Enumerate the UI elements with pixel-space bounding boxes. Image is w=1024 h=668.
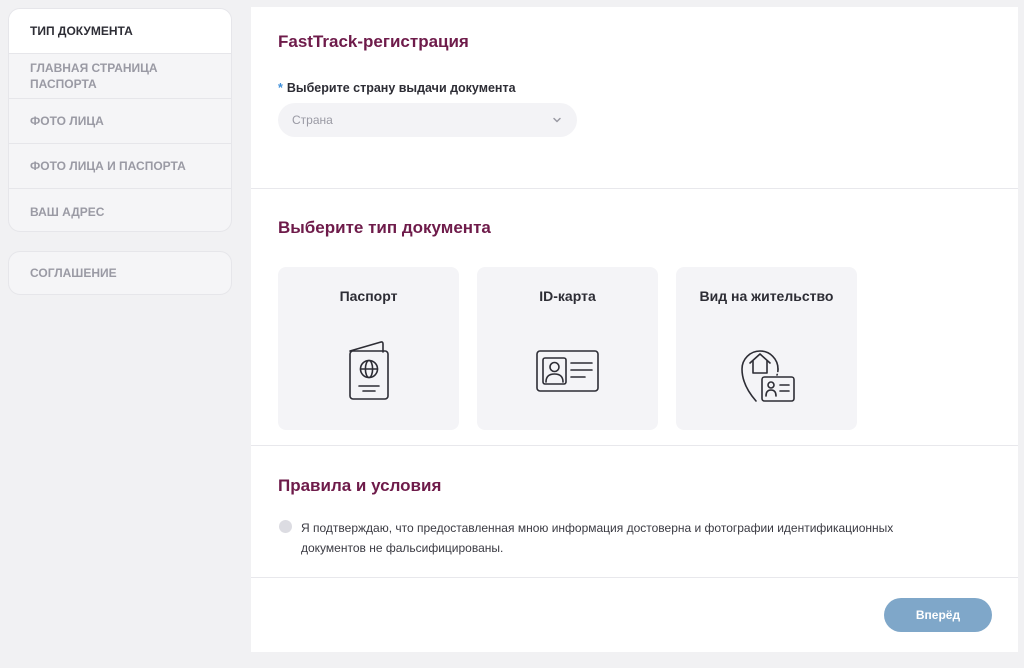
step-label: ГЛАВНАЯ СТРАНИЦА ПАСПОРТА <box>30 61 158 91</box>
registration-section: FastTrack-регистрация * Выберите страну в… <box>251 7 1018 189</box>
step-passport-main-page[interactable]: ГЛАВНАЯ СТРАНИЦА ПАСПОРТА <box>9 54 231 99</box>
step-agreement[interactable]: СОГЛАШЕНИЕ <box>8 251 232 295</box>
card-label: ID-карта <box>539 288 596 304</box>
step-label: ФОТО ЛИЦА <box>30 114 104 128</box>
terms-title: Правила и условия <box>278 476 442 495</box>
passport-icon <box>348 341 389 400</box>
step-label: ТИП ДОКУМЕНТА <box>30 24 133 38</box>
residence-permit-icon <box>740 350 795 402</box>
card-label: Паспорт <box>339 288 398 304</box>
registration-title: FastTrack-регистрация <box>278 32 469 51</box>
step-label: СОГЛАШЕНИЕ <box>30 266 117 280</box>
step-label: ВАШ АДРЕС <box>30 204 105 219</box>
card-label: Вид на жительство <box>699 288 834 304</box>
country-label-text: Выберите страну выдачи документа <box>286 81 516 95</box>
step-address[interactable]: ВАШ АДРЕС <box>9 189 231 231</box>
step-face-photo[interactable]: ФОТО ЛИЦА <box>9 99 231 144</box>
step-face-and-passport-photo[interactable]: ФОТО ЛИЦА И ПАСПОРТА <box>9 144 231 189</box>
document-type-title: Выберите тип документа <box>278 218 491 237</box>
country-select[interactable]: Страна <box>278 103 577 137</box>
chevron-down-icon <box>553 117 561 123</box>
card-passport[interactable]: Паспорт <box>278 267 459 430</box>
required-mark: * <box>278 81 283 95</box>
step-document-type[interactable]: ТИП ДОКУМЕНТА <box>9 9 231 54</box>
next-button[interactable]: Вперёд <box>884 598 992 632</box>
country-select-placeholder: Страна <box>292 113 333 127</box>
terms-text: Я подтверждаю, что предоставленная мною … <box>301 521 894 555</box>
document-type-cards: Паспорт ID-карта Вид на жительство <box>278 267 857 430</box>
card-residence-permit[interactable]: Вид на жительство <box>676 267 857 430</box>
id-card-icon <box>535 350 599 392</box>
terms-agree-radio[interactable] <box>279 520 292 533</box>
step-label: ФОТО ЛИЦА И ПАСПОРТА <box>30 159 186 173</box>
main-panel: FastTrack-регистрация * Выберите страну в… <box>251 7 1018 652</box>
document-type-section: Выберите тип документа Паспорт ID-карта … <box>251 189 1018 446</box>
terms-section: Правила и условия Я подтверждаю, что пре… <box>251 446 1018 578</box>
steps-sidebar: ТИП ДОКУМЕНТА ГЛАВНАЯ СТРАНИЦА ПАСПОРТА … <box>8 8 232 232</box>
card-id-card[interactable]: ID-карта <box>477 267 658 430</box>
footer-section: Вперёд <box>251 578 1018 652</box>
country-field-label: * Выберите страну выдачи документа <box>278 81 516 95</box>
